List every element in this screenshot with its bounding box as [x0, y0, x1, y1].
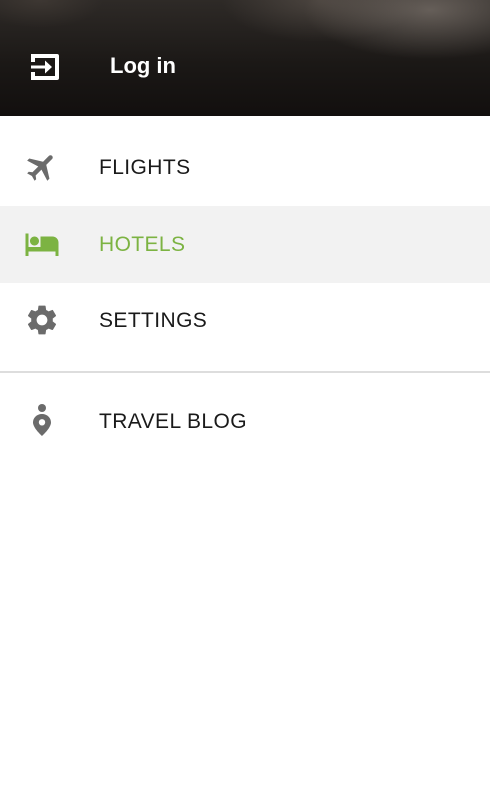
- menu-item-label: TRAVEL BLOG: [99, 410, 247, 433]
- hotel-bed-icon: [25, 233, 59, 256]
- exit-to-app-icon: [31, 54, 59, 80]
- menu-item-label: HOTELS: [99, 233, 186, 256]
- drawer-menu: FLIGHTS HOTELS SETTINGS TRAVEL BLOG: [0, 116, 490, 469]
- menu-item-label: SETTINGS: [99, 309, 208, 332]
- menu-item-settings[interactable]: SETTINGS: [0, 283, 490, 371]
- login-button[interactable]: Log in: [0, 36, 300, 96]
- menu-item-hotels[interactable]: HOTELS: [0, 206, 490, 283]
- menu-item-label: FLIGHTS: [99, 156, 191, 179]
- location-pin-icon: [33, 404, 51, 436]
- navigation-drawer: Log in FLIGHTS HOTELS SETTINGS TRAVEL BL…: [0, 0, 490, 800]
- login-label: Log in: [110, 53, 176, 78]
- gear-icon: [27, 305, 57, 335]
- menu-item-travel-blog[interactable]: TRAVEL BLOG: [0, 373, 490, 469]
- menu-item-flights[interactable]: FLIGHTS: [0, 116, 490, 206]
- drawer-header: Log in: [0, 0, 490, 116]
- airplane-icon: [27, 155, 53, 181]
